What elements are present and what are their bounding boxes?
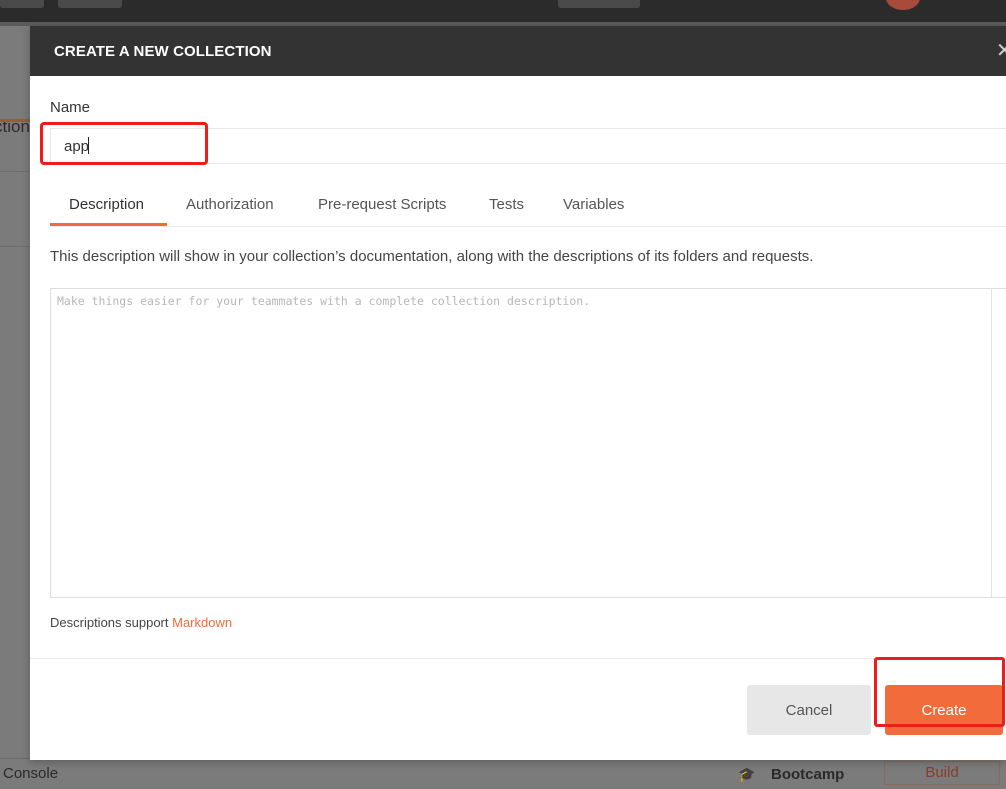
top-bar-block — [58, 0, 122, 8]
graduation-cap-icon: 🎓 — [738, 766, 756, 782]
footer-divider — [30, 658, 1006, 659]
divider — [0, 246, 30, 247]
tab-authorization[interactable]: Authorization — [186, 196, 274, 213]
modal-title: CREATE A NEW COLLECTION — [54, 43, 272, 60]
avatar[interactable] — [886, 0, 920, 10]
collection-tabs: Description Authorization Pre-request Sc… — [50, 188, 1006, 227]
name-label: Name — [50, 99, 91, 116]
status-bar: Console 🎓 Bootcamp Build — [0, 758, 1006, 789]
modal-header: CREATE A NEW COLLECTION ✕ — [30, 26, 1006, 76]
description-textarea[interactable] — [50, 288, 1006, 598]
active-tab-indicator — [50, 223, 167, 226]
app-sidebar: ctions — [0, 26, 38, 760]
create-collection-modal: CREATE A NEW COLLECTION ✕ Name Descripti… — [30, 26, 1006, 760]
tab-variables[interactable]: Variables — [563, 196, 624, 213]
markdown-note: Descriptions support Markdown — [50, 615, 232, 630]
console-button[interactable]: Console — [3, 765, 58, 782]
description-info: This description will show in your colle… — [50, 248, 814, 265]
tab-tests[interactable]: Tests — [489, 196, 524, 213]
bootcamp-button[interactable]: Bootcamp — [771, 766, 844, 783]
close-icon[interactable]: ✕ — [996, 38, 1006, 63]
top-bar-block — [558, 0, 640, 8]
build-button[interactable]: Build — [884, 761, 1000, 785]
divider — [0, 171, 30, 172]
markdown-note-text: Descriptions support — [50, 615, 169, 630]
tab-description[interactable]: Description — [69, 196, 144, 213]
textarea-scrollbar[interactable] — [991, 289, 992, 597]
app-top-bar — [0, 0, 1006, 22]
collection-name-input[interactable] — [50, 128, 1006, 164]
sidebar-tab-underline — [0, 119, 30, 122]
tab-pre-request-scripts[interactable]: Pre-request Scripts — [318, 196, 446, 213]
cancel-button[interactable]: Cancel — [747, 685, 871, 735]
markdown-link[interactable]: Markdown — [172, 615, 232, 630]
text-caret — [88, 137, 89, 154]
create-button[interactable]: Create — [885, 685, 1003, 735]
top-bar-block — [0, 0, 44, 8]
